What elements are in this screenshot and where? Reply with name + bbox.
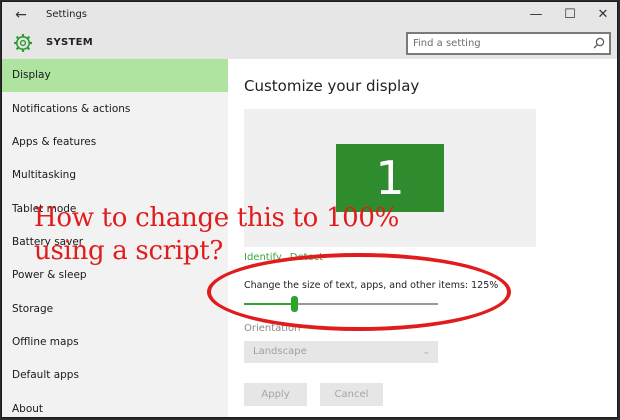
sidebar-item-offline-maps[interactable]: Offline maps (2, 326, 228, 359)
search-box[interactable] (406, 32, 611, 55)
gear-icon (14, 34, 32, 52)
minimize-button[interactable]: — (521, 4, 551, 26)
back-arrow-icon[interactable]: ← (11, 7, 31, 23)
sidebar-item-storage[interactable]: Storage (2, 293, 228, 326)
window-title: Settings (46, 9, 88, 20)
search-icon[interactable] (593, 37, 605, 49)
sidebar-item-multitasking[interactable]: Multitasking (2, 159, 228, 192)
annotation-text-line1: How to change this to 100% (34, 203, 400, 233)
orientation-dropdown[interactable]: Landscape ⌄ (244, 341, 438, 363)
sidebar-item-notifications[interactable]: Notifications & actions (2, 93, 228, 126)
sidebar-item-apps-features[interactable]: Apps & features (2, 126, 228, 159)
cancel-button[interactable]: Cancel (320, 383, 383, 406)
monitor-1[interactable]: 1 (336, 144, 444, 212)
title-bar: ← Settings — ☐ ✕ (2, 2, 617, 29)
chevron-down-icon: ⌄ (422, 347, 430, 357)
page-title: Customize your display (244, 77, 420, 95)
display-settings-panel: Customize your display 1 Identify Detect … (228, 59, 617, 417)
settings-header: SYSTEM (2, 29, 617, 59)
apply-button[interactable]: Apply (244, 383, 307, 406)
maximize-button[interactable]: ☐ (555, 4, 585, 26)
sidebar-item-default-apps[interactable]: Default apps (2, 359, 228, 392)
annotation-circle (207, 253, 511, 331)
sidebar-item-display[interactable]: Display (2, 59, 228, 92)
close-button[interactable]: ✕ (588, 4, 617, 26)
orientation-value: Landscape (253, 346, 307, 357)
annotation-text-line2: using a script? (34, 236, 224, 266)
search-input[interactable] (413, 36, 588, 51)
sidebar-item-about[interactable]: About (2, 393, 228, 417)
section-title: SYSTEM (46, 37, 94, 48)
